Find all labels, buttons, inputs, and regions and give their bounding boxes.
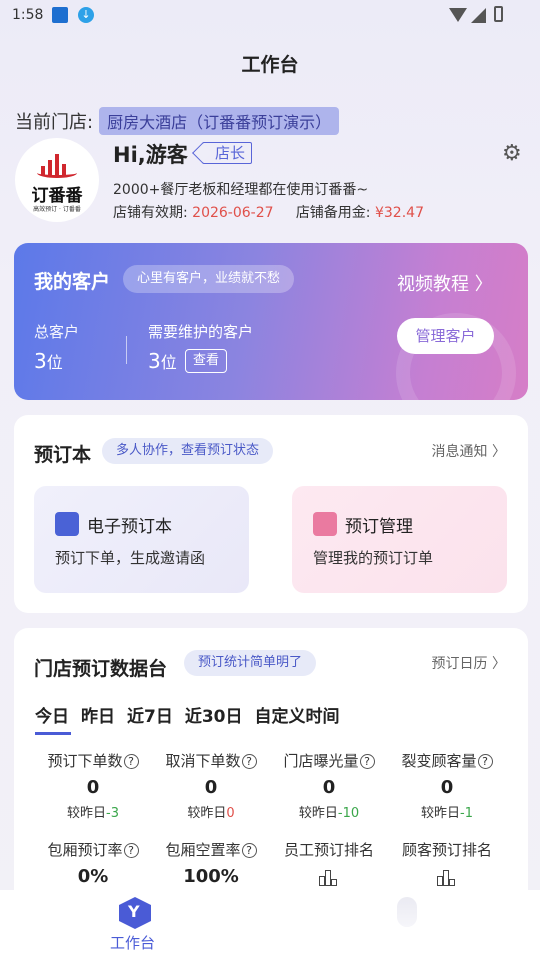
tab-yesterday[interactable]: 昨日 — [81, 702, 115, 727]
booking-tag: 多人协作，查看预订状态 — [102, 438, 274, 464]
signal-icon — [471, 8, 486, 23]
gear-icon[interactable]: ⚙ — [502, 141, 522, 166]
store-validity: 店铺有效期: 2026-06-27 店铺备用金: ¥32.47 — [113, 202, 424, 222]
role-badge: 店长 — [202, 142, 253, 164]
booking-calendar-link[interactable]: 预订日历 〉 — [432, 653, 506, 673]
data-board-tag: 预订统计简单明了 — [184, 650, 317, 676]
stat-staff-ranking[interactable]: 员工预订排名 — [270, 839, 388, 890]
logo-sub: 高效预订 · 订番番 — [33, 206, 81, 213]
placeholder-icon — [397, 897, 417, 927]
stat-customer-ranking[interactable]: 顾客预订排名 — [388, 839, 506, 890]
tab-custom[interactable]: 自定义时间 — [255, 702, 340, 727]
divider — [126, 336, 127, 364]
bar-chart-icon — [319, 868, 339, 886]
reserve-label: 店铺备用金: — [295, 205, 371, 221]
validity-date: 2026-06-27 — [192, 205, 274, 221]
stat-bookings: 预订下单数? 0 较昨日-3 — [34, 750, 152, 821]
booking-card: 预订本 多人协作，查看预订状态 消息通知 〉 电子预订本 预订下单，生成邀请函 … — [14, 415, 528, 613]
my-customers-card: 我的客户 心里有客户，业绩就不愁 视频教程 〉 总客户 3位 需要维护的客户 3… — [14, 243, 528, 400]
reserve-amount: ¥32.47 — [374, 205, 424, 221]
bottom-tab-bar: 工作台 — [0, 890, 540, 960]
question-circle-icon[interactable]: ? — [477, 754, 493, 769]
store-label: 当前门店: — [15, 112, 94, 133]
date-range-tabs: 今日 昨日 近7日 近30日 自定义时间 — [35, 702, 340, 727]
tile-title: 电子预订本 — [87, 517, 172, 537]
customers-title: 我的客户 — [34, 271, 111, 293]
edit-document-icon — [55, 512, 79, 536]
booking-title: 预订本 — [34, 444, 92, 466]
logo-brand: 订番番 — [31, 186, 83, 206]
store-logo: 订番番 高效预订 · 订番番 — [15, 138, 99, 222]
manage-customers-button[interactable]: 管理客户 — [397, 318, 494, 354]
store-description: 2000+餐厅老板和经理都在使用订番番~ — [113, 182, 369, 198]
page-title: 工作台 — [241, 54, 299, 76]
question-circle-icon[interactable]: ? — [123, 843, 139, 858]
question-circle-icon[interactable]: ? — [241, 843, 257, 858]
validity-label: 店铺有效期: — [113, 205, 188, 221]
total-customers-value: 3位 — [34, 349, 63, 373]
store-data-card: 门店预订数据台 预订统计简单明了 预订日历 〉 今日 昨日 近7日 近30日 自… — [14, 628, 528, 908]
video-tutorial-link[interactable]: 视频教程 〉 — [397, 270, 493, 296]
tab-7days[interactable]: 近7日 — [127, 702, 173, 727]
stat-exposure: 门店曝光量? 0 较昨日-10 — [270, 750, 388, 821]
bar-chart-icon — [437, 868, 457, 886]
maintain-customers-value: 3位 — [148, 349, 177, 373]
workbench-icon[interactable] — [119, 897, 151, 929]
stat-cancellations: 取消下单数? 0 较昨日0 — [152, 750, 270, 821]
status-bar: 1:58 ↓ — [0, 0, 540, 34]
download-icon: ↓ — [78, 7, 94, 23]
maintain-customers-label: 需要维护的客户 — [148, 323, 254, 341]
customers-slogan: 心里有客户，业绩就不愁 — [123, 265, 295, 293]
tile-subtitle: 管理我的预订订单 — [313, 549, 434, 567]
cabinet-icon — [313, 512, 337, 536]
store-name-selector[interactable]: 厨房大酒店（订番番预订演示） — [99, 107, 340, 135]
app-notification-icon — [52, 7, 68, 23]
stat-room-vacancy-rate: 包厢空置率? 100% — [152, 839, 270, 887]
tab-30days[interactable]: 近30日 — [185, 702, 243, 727]
question-circle-icon[interactable]: ? — [241, 754, 257, 769]
question-circle-icon[interactable]: ? — [359, 754, 375, 769]
booking-management-tile[interactable]: 预订管理 管理我的预订订单 — [292, 486, 507, 593]
total-customers-label: 总客户 — [34, 323, 80, 341]
message-notification-link[interactable]: 消息通知 〉 — [432, 441, 506, 461]
stat-room-booking-rate: 包厢预订率? 0% — [34, 839, 152, 887]
tile-subtitle: 预订下单，生成邀请函 — [55, 549, 206, 567]
wifi-icon — [449, 8, 467, 22]
e-booking-tile[interactable]: 电子预订本 预订下单，生成邀请函 — [34, 486, 249, 593]
view-button[interactable]: 查看 — [185, 349, 228, 373]
data-board-title: 门店预订数据台 — [34, 658, 168, 680]
tab-today[interactable]: 今日 — [35, 702, 69, 727]
greeting: Hi,游客 — [113, 143, 188, 167]
battery-icon — [494, 6, 503, 22]
tile-title: 预订管理 — [345, 517, 413, 537]
current-store-row: 当前门店: 厨房大酒店（订番番预订演示） — [15, 107, 340, 135]
status-time: 1:58 — [12, 7, 44, 23]
active-tab-indicator — [35, 732, 71, 735]
stat-referrals: 裂变顾客量? 0 较昨日-1 — [388, 750, 506, 821]
tab-workbench-label[interactable]: 工作台 — [110, 932, 155, 953]
question-circle-icon[interactable]: ? — [123, 754, 139, 769]
